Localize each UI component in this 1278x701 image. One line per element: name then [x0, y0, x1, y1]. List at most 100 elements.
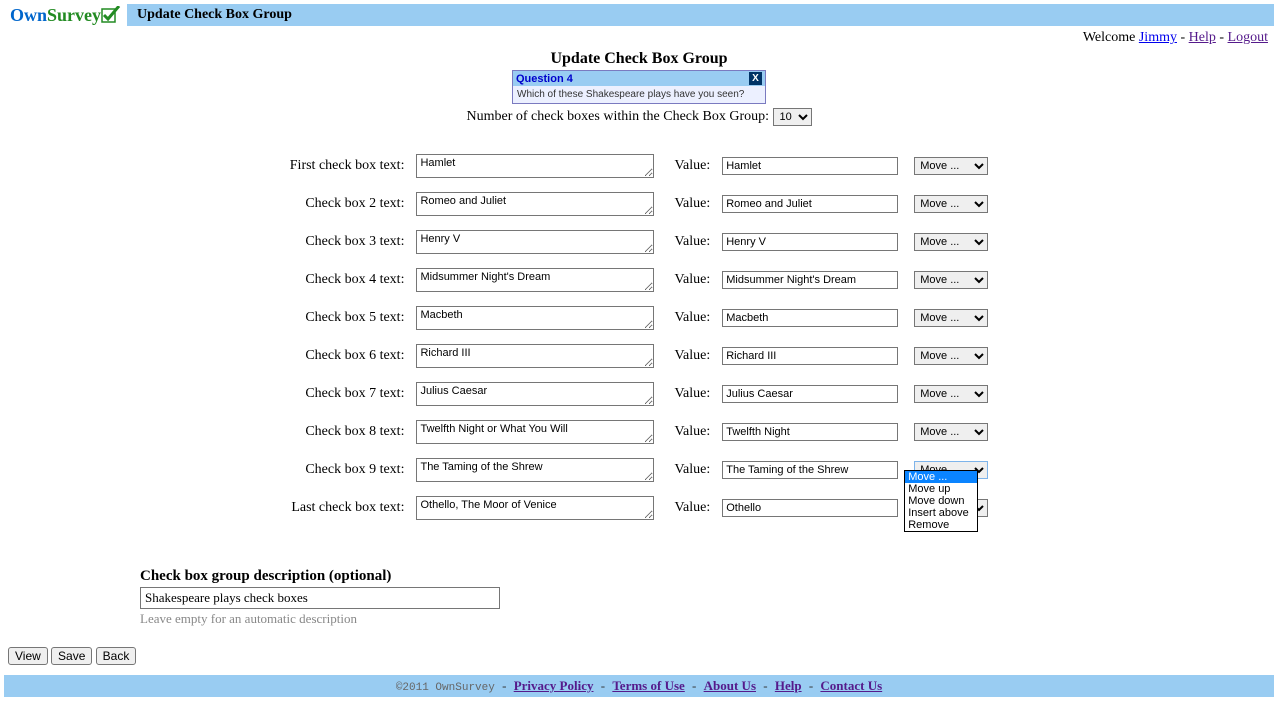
checkbox-text-input[interactable] — [416, 420, 654, 444]
save-button[interactable]: Save — [51, 647, 92, 665]
checkbox-value-input[interactable] — [722, 309, 898, 327]
checkbox-text-input[interactable] — [416, 268, 654, 292]
footer-about-link[interactable]: About Us — [704, 678, 756, 693]
checkbox-text-label: Check box 6 text: — [286, 338, 411, 374]
checkbox-value-input[interactable] — [722, 461, 898, 479]
checkbox-value-input[interactable] — [722, 157, 898, 175]
move-select[interactable]: Move ... — [914, 309, 988, 327]
move-option[interactable]: Insert above — [905, 507, 977, 519]
checkbox-row: Check box 7 text: Value: Move ... — [286, 376, 992, 412]
description-input[interactable] — [140, 587, 500, 609]
move-option[interactable]: Move ... — [905, 471, 977, 483]
checkbox-text-label: Check box 9 text: — [286, 452, 411, 488]
footer-bar: ©2011 OwnSurvey - Privacy Policy - Terms… — [4, 675, 1274, 697]
checkbox-value-input[interactable] — [722, 233, 898, 251]
close-icon[interactable]: X — [749, 72, 762, 85]
checkbox-text-label: Check box 3 text: — [286, 224, 411, 260]
description-block: Check box group description (optional) L… — [140, 568, 1278, 627]
question-number: Question 4 — [516, 73, 573, 85]
help-link[interactable]: Help — [1189, 30, 1216, 45]
check-icon — [101, 6, 121, 24]
checkbox-text-input[interactable] — [416, 382, 654, 406]
num-checkboxes-select[interactable]: 10 — [773, 108, 812, 126]
question-header: Question 4 X — [513, 71, 765, 86]
checkbox-text-label: Last check box text: — [286, 490, 411, 526]
checkbox-value-label: Value: — [660, 300, 716, 336]
num-checkboxes-row: Number of check boxes within the Check B… — [0, 108, 1278, 126]
checkbox-row: Last check box text:Value:Move ... — [286, 490, 992, 526]
checkbox-row: Check box 6 text: Value: Move ... — [286, 338, 992, 374]
view-button[interactable]: View — [8, 647, 48, 665]
logo-own: Own — [10, 5, 47, 26]
footer-contact-link[interactable]: Contact Us — [820, 678, 882, 693]
logout-link[interactable]: Logout — [1228, 30, 1268, 45]
move-option[interactable]: Move up — [905, 483, 977, 495]
checkbox-text-label: First check box text: — [286, 148, 411, 184]
move-option[interactable]: Remove — [905, 519, 977, 531]
move-select[interactable]: Move ... — [914, 233, 988, 251]
checkbox-value-label: Value: — [660, 262, 716, 298]
move-select[interactable]: Move ... — [914, 347, 988, 365]
checkbox-text-input[interactable] — [416, 496, 654, 520]
checkbox-text-label: Check box 8 text: — [286, 414, 411, 450]
checkbox-text-input[interactable] — [416, 192, 654, 216]
footer-terms-link[interactable]: Terms of Use — [612, 678, 684, 693]
num-checkboxes-label: Number of check boxes within the Check B… — [467, 109, 770, 124]
move-option[interactable]: Move down — [905, 495, 977, 507]
checkbox-value-input[interactable] — [722, 271, 898, 289]
footer-privacy-link[interactable]: Privacy Policy — [514, 678, 594, 693]
footer-copyright: ©2011 OwnSurvey — [396, 682, 495, 694]
checkbox-row: Check box 4 text: Value: Move ... — [286, 262, 992, 298]
checkbox-row: Check box 8 text: Value: Move ... — [286, 414, 992, 450]
move-select[interactable]: Move ... — [914, 157, 988, 175]
checkbox-row: Check box 2 text: Value: Move ... — [286, 186, 992, 222]
checkbox-rows-table: First check box text:Value:Move ...Check… — [284, 146, 994, 528]
checkbox-text-input[interactable] — [416, 458, 654, 482]
header-bar: Own Survey Update Check Box Group — [4, 4, 1274, 26]
checkbox-value-label: Value: — [660, 148, 716, 184]
welcome-user-link[interactable]: Jimmy — [1139, 30, 1177, 45]
welcome-prefix: Welcome — [1083, 30, 1139, 45]
checkbox-row: First check box text: Value: Move ... — [286, 148, 992, 184]
welcome-bar: Welcome Jimmy - Help - Logout — [0, 26, 1278, 48]
move-select[interactable]: Move ... — [914, 195, 988, 213]
checkbox-value-label: Value: — [660, 414, 716, 450]
checkbox-text-input[interactable] — [416, 306, 654, 330]
logo-survey: Survey — [47, 5, 101, 26]
checkbox-text-input[interactable] — [416, 230, 654, 254]
checkbox-row: Check box 5 text: Value: Move ... — [286, 300, 992, 336]
move-select[interactable]: Move ... — [914, 385, 988, 403]
checkbox-value-input[interactable] — [722, 423, 898, 441]
checkbox-row: Check box 3 text: Value: Move ... — [286, 224, 992, 260]
checkbox-value-label: Value: — [660, 490, 716, 526]
header-title: Update Check Box Group — [127, 7, 292, 23]
move-select[interactable]: Move ... — [914, 271, 988, 289]
page-title: Update Check Box Group — [0, 50, 1278, 68]
checkbox-value-input[interactable] — [722, 385, 898, 403]
question-body: Which of these Shakespeare plays have yo… — [513, 86, 765, 103]
description-hint: Leave empty for an automatic description — [140, 611, 1278, 627]
back-button[interactable]: Back — [96, 647, 137, 665]
checkbox-text-label: Check box 7 text: — [286, 376, 411, 412]
checkbox-text-label: Check box 2 text: — [286, 186, 411, 222]
checkbox-value-input[interactable] — [722, 499, 898, 517]
checkbox-text-input[interactable] — [416, 344, 654, 368]
checkbox-text-label: Check box 5 text: — [286, 300, 411, 336]
logo[interactable]: Own Survey — [4, 4, 127, 26]
footer-help-link[interactable]: Help — [775, 678, 802, 693]
checkbox-row: Check box 9 text:Value:Move ...Move ...M… — [286, 452, 992, 488]
checkbox-text-label: Check box 4 text: — [286, 262, 411, 298]
checkbox-value-input[interactable] — [722, 195, 898, 213]
checkbox-text-input[interactable] — [416, 154, 654, 178]
checkbox-value-label: Value: — [660, 376, 716, 412]
checkbox-value-label: Value: — [660, 452, 716, 488]
bottom-buttons: View Save Back — [8, 647, 1278, 665]
move-dropdown-list: Move ...Move upMove downInsert aboveRemo… — [904, 470, 978, 532]
checkbox-value-label: Value: — [660, 338, 716, 374]
checkbox-value-label: Value: — [660, 186, 716, 222]
checkbox-value-input[interactable] — [722, 347, 898, 365]
description-title: Check box group description (optional) — [140, 568, 1278, 585]
checkbox-value-label: Value: — [660, 224, 716, 260]
move-select[interactable]: Move ... — [914, 423, 988, 441]
question-preview-box: Question 4 X Which of these Shakespeare … — [512, 70, 766, 104]
